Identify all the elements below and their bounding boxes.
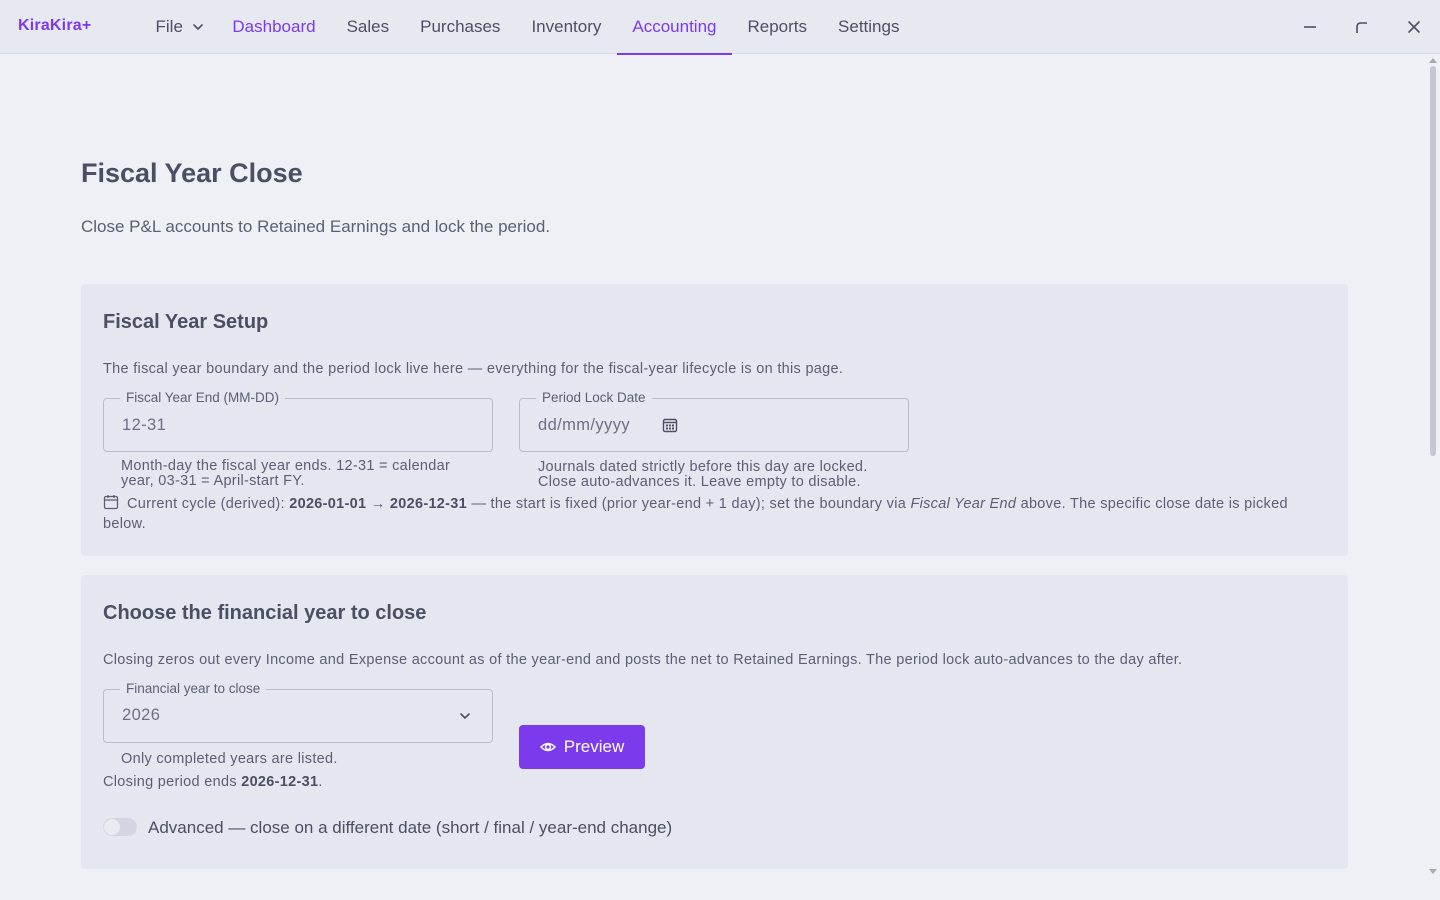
minimize-button[interactable] xyxy=(1284,0,1336,54)
app-brand: KiraKira+ xyxy=(18,17,92,34)
cycle-end-date: 2026-12-31 xyxy=(389,496,468,512)
top-bar: KiraKira+ File Dashboard Sales Purchases… xyxy=(0,0,1440,55)
advanced-toggle-label[interactable]: Advanced — close on a different date (sh… xyxy=(148,818,672,838)
fiscal-year-end-hint-line2: year, 03-31 = April-start FY. xyxy=(121,473,305,489)
current-cycle-info: Current cycle (derived): 2026-01-01 → 20… xyxy=(103,494,1303,534)
calendar-icon xyxy=(103,495,119,510)
restore-button[interactable] xyxy=(1336,0,1388,54)
nav-dashboard[interactable]: Dashboard xyxy=(217,0,331,54)
close-title: Choose the financial year to close xyxy=(103,602,427,624)
fiscal-year-setup-card: Fiscal Year Setup The fiscal year bounda… xyxy=(81,284,1348,556)
scrollbar[interactable] xyxy=(1426,54,1440,900)
period-lock-date-hint-line1: Journals dated strictly before this day … xyxy=(538,459,868,475)
menu-file-label: File xyxy=(155,17,183,36)
setup-description: The fiscal year boundary and the period … xyxy=(103,361,844,377)
nav-accounting[interactable]: Accounting xyxy=(616,0,733,55)
scroll-up-icon[interactable] xyxy=(1429,58,1437,63)
scroll-thumb[interactable] xyxy=(1430,66,1436,456)
closing-period-ends: Closing period ends 2026-12-31. xyxy=(103,774,323,790)
window-controls xyxy=(1284,0,1440,54)
close-window-button[interactable] xyxy=(1388,0,1440,54)
closing-ends-suffix: . xyxy=(318,774,323,790)
fiscal-year-end-hint-line1: Month-day the fiscal year ends. 12-31 = … xyxy=(121,458,451,474)
fiscal-year-end-value: 12-31 xyxy=(122,416,167,434)
period-lock-date-placeholder: dd/mm/yyyy xyxy=(538,416,631,434)
close-year-card: Choose the financial year to close Closi… xyxy=(81,575,1348,869)
fiscal-year-end-hint: Month-day the fiscal year ends. 12-31 = … xyxy=(121,459,501,489)
period-lock-date-label: Period Lock Date xyxy=(536,390,652,406)
close-icon xyxy=(1408,21,1420,33)
chevron-down-icon xyxy=(193,24,203,30)
financial-year-select-label: Financial year to close xyxy=(120,681,267,697)
cycle-start-date: 2026-01-01 xyxy=(289,496,367,512)
cycle-emphasis: Fiscal Year End xyxy=(910,496,1017,512)
main-nav: File Dashboard Sales Purchases Inventory… xyxy=(140,0,915,55)
nav-reports[interactable]: Reports xyxy=(732,0,823,54)
setup-title: Fiscal Year Setup xyxy=(103,311,269,333)
preview-button[interactable]: Preview xyxy=(519,725,645,769)
page-subtitle: Close P&L accounts to Retained Earnings … xyxy=(81,217,551,236)
nav-settings[interactable]: Settings xyxy=(823,0,915,54)
eye-icon xyxy=(539,742,556,752)
financial-year-select-value: 2026 xyxy=(122,706,161,724)
period-lock-date-hint-line2: Close auto-advances it. Leave empty to d… xyxy=(538,474,861,490)
closing-ends-prefix: Closing period ends xyxy=(103,774,242,790)
cycle-prefix: Current cycle (derived): xyxy=(127,496,290,512)
page-title: Fiscal Year Close xyxy=(81,158,303,188)
period-lock-date-field[interactable]: Period Lock Date dd/mm/yyyy xyxy=(519,390,909,452)
toggle-knob xyxy=(104,819,120,835)
fiscal-year-end-label: Fiscal Year End (MM-DD) xyxy=(120,390,286,406)
period-lock-date-hint: Journals dated strictly before this day … xyxy=(538,460,938,490)
close-description: Closing zeros out every Income and Expen… xyxy=(103,652,1183,668)
menu-file[interactable]: File xyxy=(140,0,217,54)
fiscal-year-end-field[interactable]: Fiscal Year End (MM-DD) 12-31 xyxy=(103,390,493,452)
cycle-middle-text: — the start is fixed (prior year-end + 1… xyxy=(467,496,911,512)
preview-button-label: Preview xyxy=(563,737,625,756)
minimize-icon xyxy=(1304,26,1316,28)
nav-purchases[interactable]: Purchases xyxy=(405,0,516,54)
scroll-down-icon[interactable] xyxy=(1429,869,1437,874)
closing-ends-date: 2026-12-31 xyxy=(241,774,319,790)
cycle-arrow: → xyxy=(366,496,390,512)
restore-icon xyxy=(1356,22,1367,33)
nav-inventory[interactable]: Inventory xyxy=(516,0,617,54)
financial-year-hint: Only completed years are listed. xyxy=(121,751,338,767)
chevron-down-icon xyxy=(460,713,470,719)
advanced-toggle[interactable] xyxy=(103,818,137,836)
calendar-icon[interactable] xyxy=(662,417,678,433)
nav-sales[interactable]: Sales xyxy=(331,0,405,54)
financial-year-select[interactable]: Financial year to close 2026 xyxy=(103,681,493,743)
